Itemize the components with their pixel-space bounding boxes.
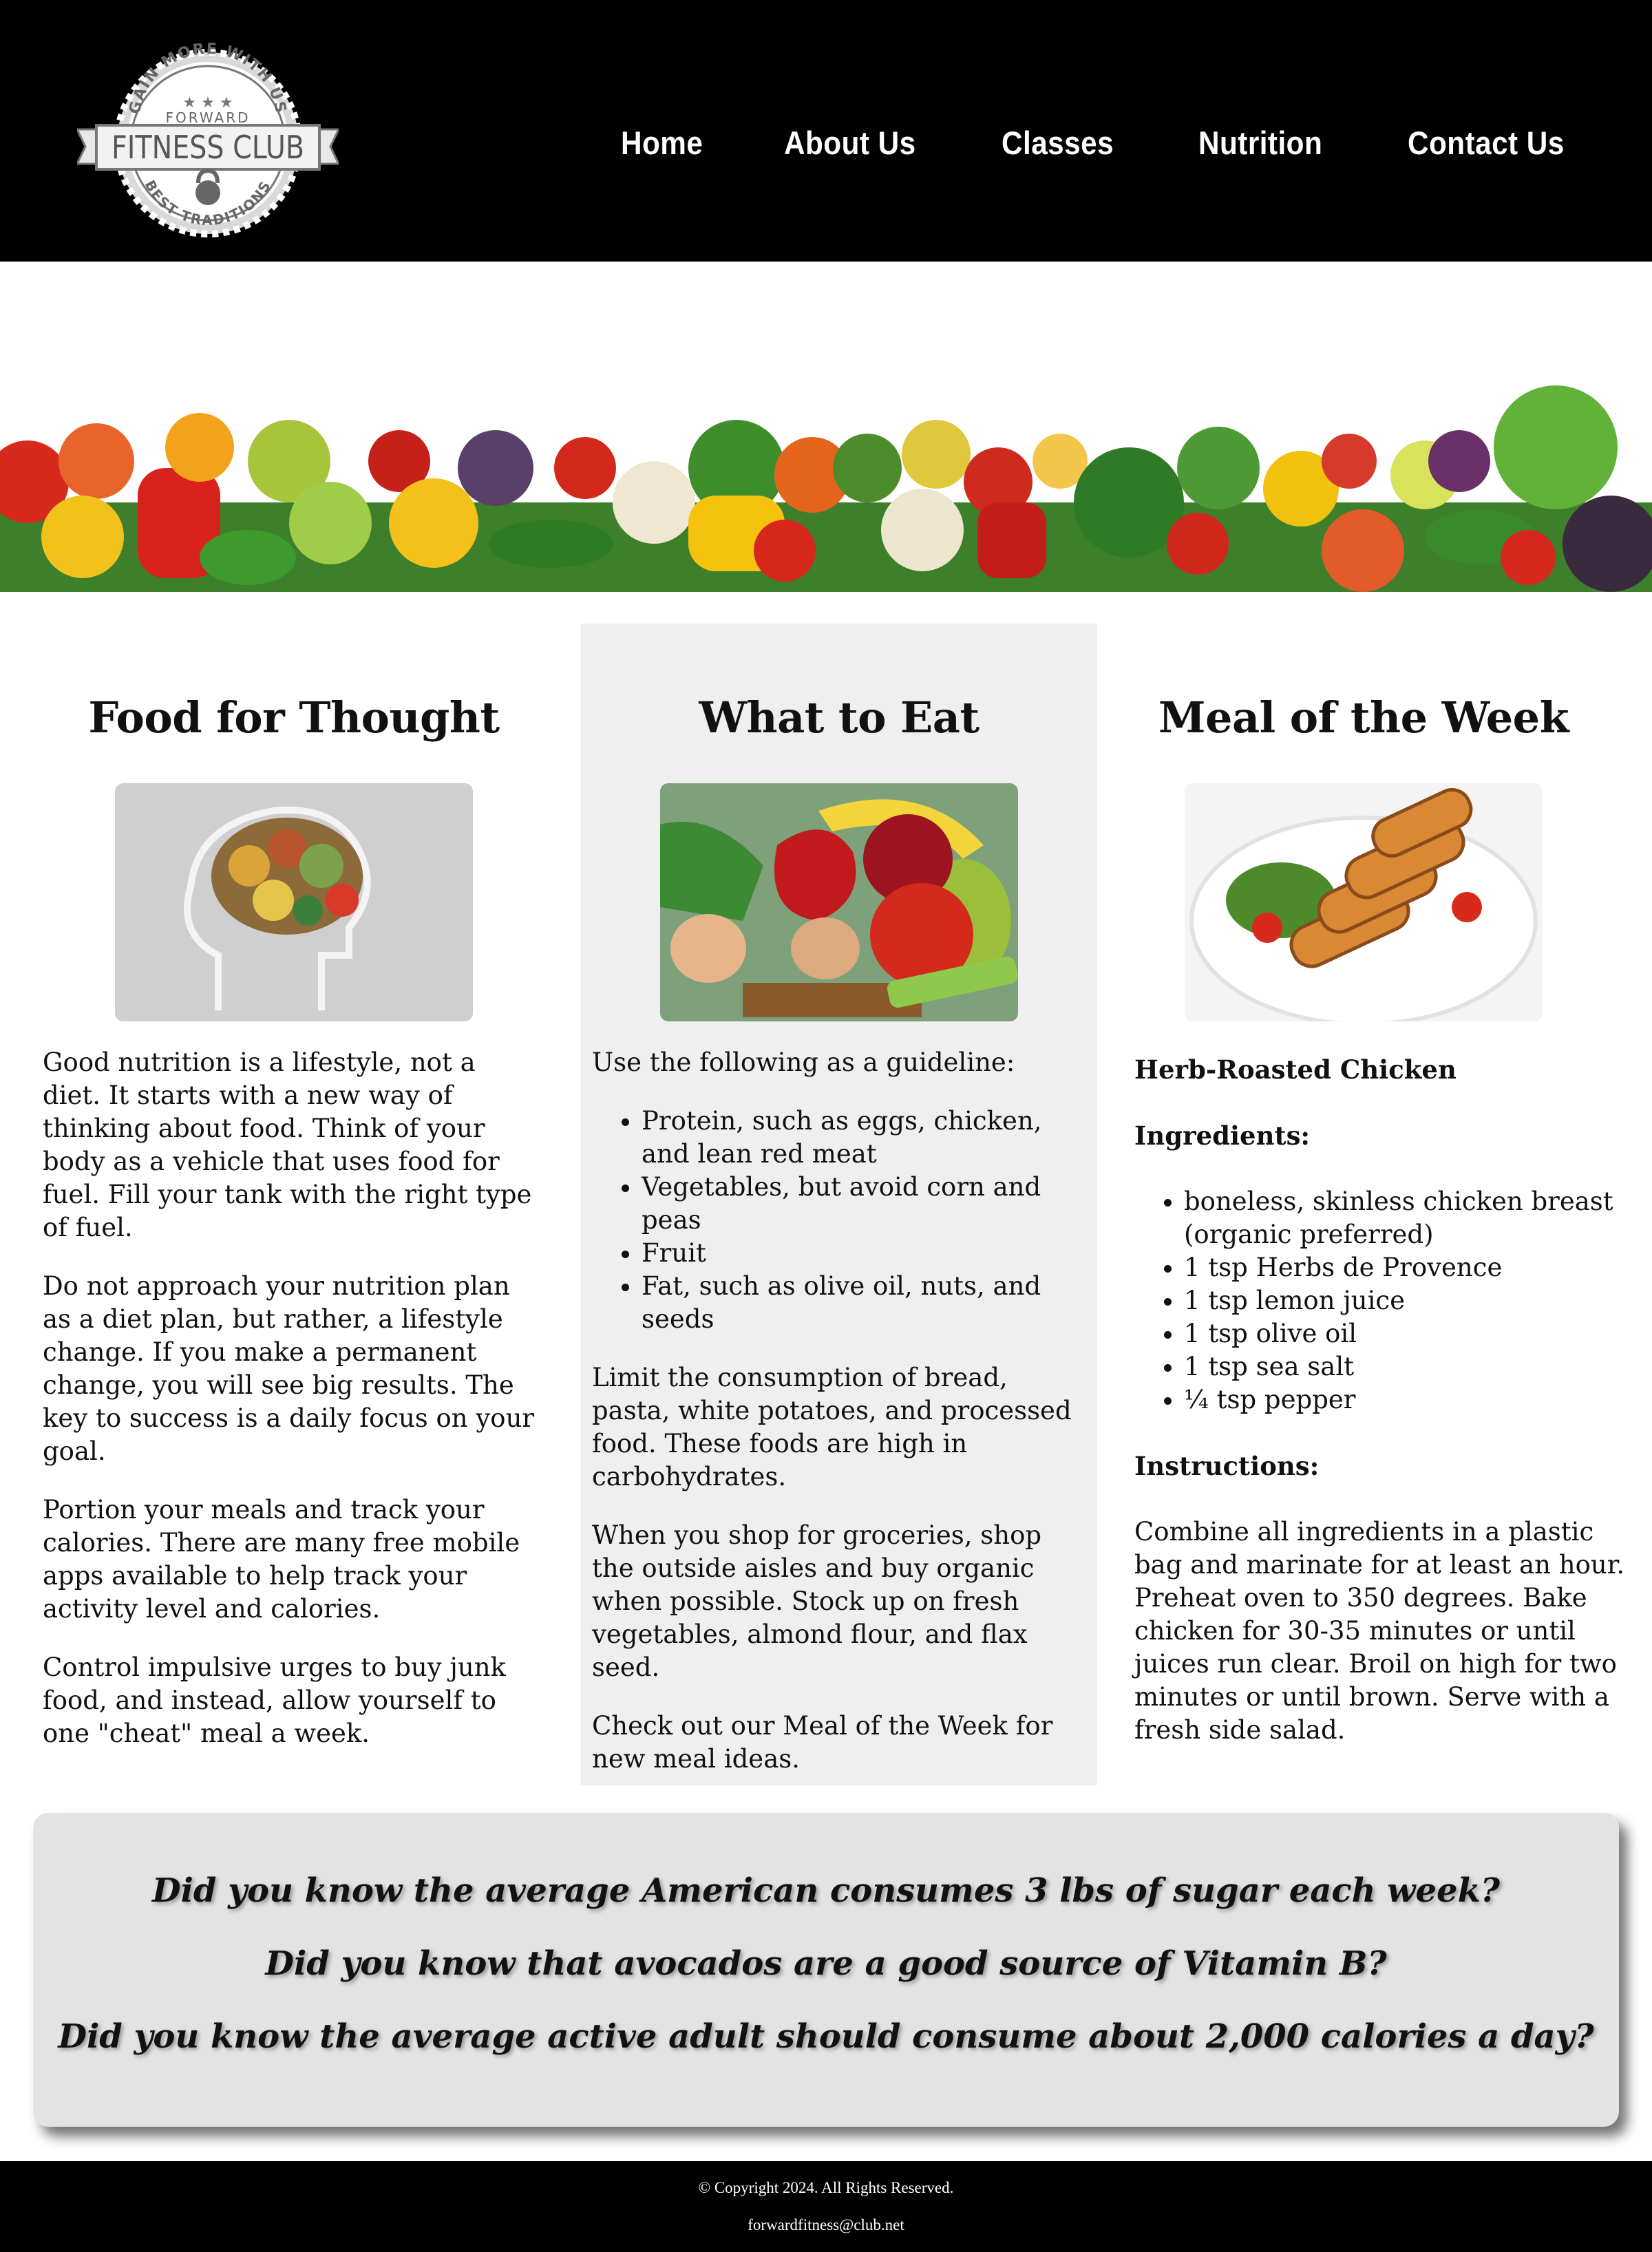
chicken-dish-image <box>1185 783 1543 1021</box>
paragraph: Do not approach your nutrition plan as a… <box>43 1271 535 1466</box>
paragraph: Portion your meals and track your calori… <box>43 1495 520 1624</box>
list-item: 1 tsp lemon juice <box>1184 1284 1629 1317</box>
meal-of-the-week-body: Herb-Roasted Chicken Ingredients: bonele… <box>1099 1053 1629 1747</box>
fact-line: Did you know the average American consum… <box>152 1871 1500 1910</box>
list-item: boneless, skinless chicken breast (organ… <box>1184 1185 1629 1251</box>
fact-line: Did you know that avocados are a good so… <box>265 1944 1387 1983</box>
fitness-club-logo[interactable]: GAIN MORE WITH US ★ ★ ★ FORWARD FITNESS … <box>77 40 339 246</box>
instructions-heading: Instructions: <box>1134 1451 1320 1481</box>
healthy-foods-image <box>660 783 1018 1021</box>
dish-name: Herb-Roasted Chicken <box>1134 1054 1457 1085</box>
list-item: Fat, such as olive oil, nuts, and seeds <box>642 1270 1089 1336</box>
nav-about-us[interactable]: About Us <box>784 124 916 162</box>
brain-food-image <box>115 783 473 1021</box>
logo-brand-name: FITNESS CLUB <box>112 129 304 166</box>
copyright-text: © Copyright 2024. All Rights Reserved. <box>698 2179 954 2196</box>
nav-home[interactable]: Home <box>621 124 703 162</box>
food-for-thought-body: Good nutrition is a lifestyle, not a die… <box>43 1046 545 1750</box>
nav-classes[interactable]: Classes <box>1002 124 1114 162</box>
guideline-list: Protein, such as eggs, chicken, and lean… <box>642 1105 1089 1336</box>
nav-nutrition[interactable]: Nutrition <box>1198 124 1322 162</box>
produce-banner-image <box>0 385 1652 592</box>
paragraph: Limit the consumption of bread, pasta, w… <box>592 1363 1072 1491</box>
food-for-thought-column: Food for Thought Good nutrition is a lif… <box>43 624 545 1776</box>
did-you-know-box: Did you know the average American consum… <box>33 1813 1619 2127</box>
fact-line: Did you know the average active adult sh… <box>58 2017 1594 2056</box>
paragraph: Check out our Meal of the Week for new m… <box>592 1711 1053 1774</box>
food-for-thought-title: Food for Thought <box>88 692 500 743</box>
main-nav: Home About Us Classes Nutrition Contact … <box>621 124 1582 162</box>
list-item: ¼ tsp pepper <box>1184 1383 1629 1416</box>
paragraph: Control impulsive urges to buy junk food… <box>43 1653 506 1748</box>
paragraph: Good nutrition is a lifestyle, not a die… <box>43 1048 532 1242</box>
what-to-eat-column: What to Eat Use the following as a guide… <box>581 624 1097 1785</box>
what-to-eat-title: What to Eat <box>699 692 979 743</box>
list-item: 1 tsp olive oil <box>1184 1317 1629 1350</box>
meal-of-the-week-title: Meal of the Week <box>1158 692 1569 743</box>
list-item: Protein, such as eggs, chicken, and lean… <box>642 1105 1089 1171</box>
what-to-eat-body: Use the following as a guideline: Protei… <box>581 1046 1097 1776</box>
site-header: GAIN MORE WITH US ★ ★ ★ FORWARD FITNESS … <box>0 0 1652 262</box>
site-footer: © Copyright 2024. All Rights Reserved. f… <box>0 2161 1652 2252</box>
list-item: Fruit <box>642 1237 1089 1270</box>
instructions-text: Combine all ingredients in a plastic bag… <box>1134 1517 1625 1745</box>
list-item: 1 tsp sea salt <box>1184 1350 1629 1383</box>
list-item: Vegetables, but avoid corn and peas <box>642 1171 1089 1237</box>
meal-of-the-week-column: Meal of the Week Herb-Roasted Chicken In… <box>1099 624 1629 1772</box>
ingredients-list: boneless, skinless chicken breast (organ… <box>1184 1185 1629 1416</box>
ingredients-heading: Ingredients: <box>1134 1120 1311 1151</box>
nav-contact-us[interactable]: Contact Us <box>1408 124 1565 162</box>
paragraph: Use the following as a guideline: <box>592 1048 1015 1077</box>
list-item: 1 tsp Herbs de Provence <box>1184 1251 1629 1284</box>
logo-brand-small: FORWARD <box>166 109 251 126</box>
footer-email[interactable]: forwardfitness@club.net <box>0 2216 1652 2234</box>
paragraph: When you shop for groceries, shop the ou… <box>592 1520 1042 1682</box>
